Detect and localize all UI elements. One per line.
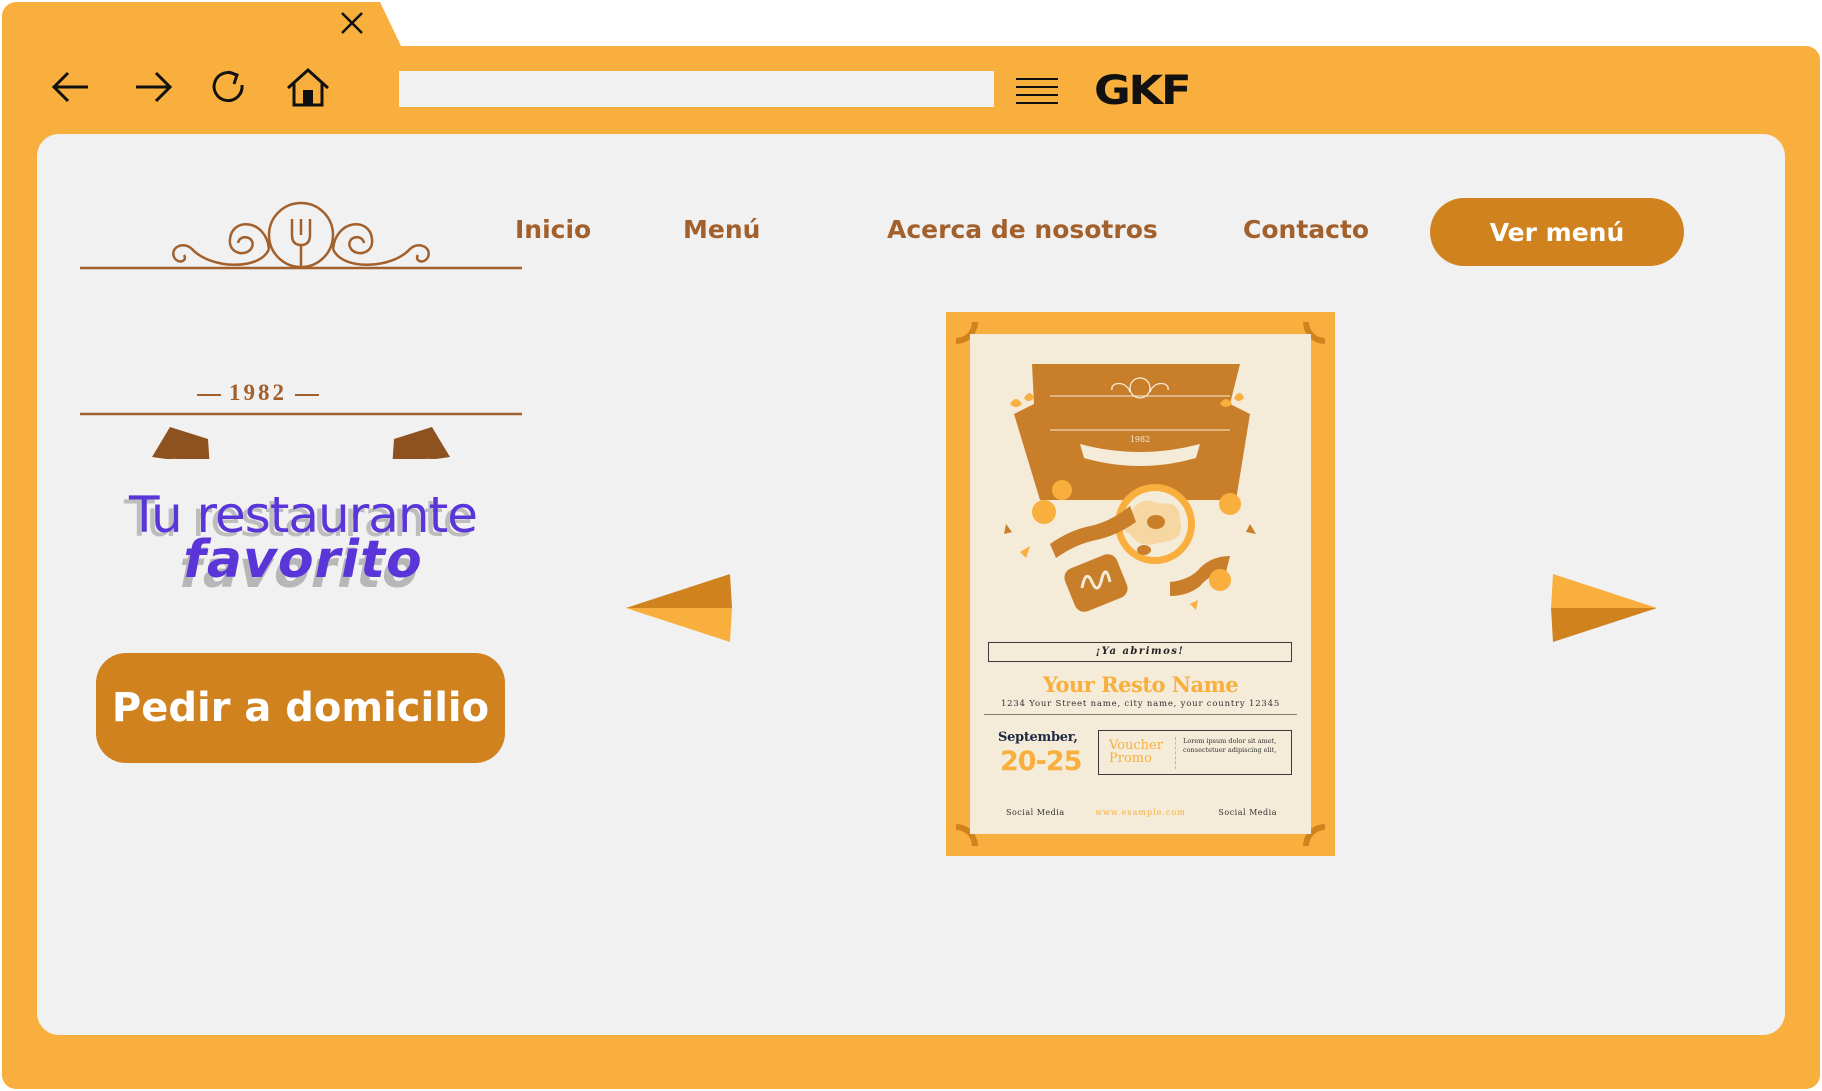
restaurant-poster[interactable]: 1982 ¡Ya abrimos! Your Resto Name 1234 Y… <box>946 312 1335 856</box>
restaurant-emblem-logo <box>80 201 522 459</box>
voucher-line2: Promo <box>1109 751 1152 766</box>
brand-logo: GKF <box>1094 68 1192 114</box>
poster-restaurant-name: Your Resto Name <box>1042 672 1239 697</box>
fork-icon <box>290 219 312 267</box>
close-icon[interactable] <box>337 8 367 38</box>
poster-address: 1234 Your Street name, city name, your c… <box>1000 699 1281 709</box>
nav-link-about[interactable]: Acerca de nosotros <box>887 210 1158 250</box>
poster-divider <box>984 714 1297 715</box>
breakfast-illustration: 1982 <box>1004 364 1256 612</box>
arrow-right-icon[interactable] <box>130 64 176 110</box>
voucher-text: Lorem ipsum dolor sit amet, consectetuer… <box>1183 737 1277 754</box>
hamburger-menu-icon[interactable] <box>1016 75 1058 107</box>
headline-line2: favorito <box>183 530 423 590</box>
poster-social-right: Social Media <box>1218 808 1277 817</box>
reload-icon[interactable] <box>206 64 252 110</box>
page-viewport: 1982 Tu restaurante Tu restaurante favor… <box>37 134 1785 1035</box>
nav-link-menu[interactable]: Menú <box>683 210 760 250</box>
arrow-prev-icon[interactable] <box>626 574 732 642</box>
poster-year: 1982 <box>1130 435 1150 444</box>
home-icon[interactable] <box>285 64 331 110</box>
arrow-left-icon[interactable] <box>48 64 94 110</box>
poster-content: 1982 ¡Ya abrimos! Your Resto Name 1234 Y… <box>970 334 1311 834</box>
view-menu-button[interactable]: Ver menú <box>1430 198 1684 266</box>
poster-dates: 20-25 <box>1000 746 1082 777</box>
arrow-next-icon[interactable] <box>1551 574 1657 642</box>
emblem-year: 1982 <box>37 380 479 406</box>
address-bar[interactable] <box>399 71 994 107</box>
nav-link-inicio[interactable]: Inicio <box>515 210 591 250</box>
poster-open-label: ¡Ya abrimos! <box>988 642 1292 662</box>
hero-headline: Tu restaurante Tu restaurante favorito f… <box>93 486 513 606</box>
order-delivery-button[interactable]: Pedir a domicilio <box>96 653 505 763</box>
poster-voucher: Voucher Promo Lorem ipsum dolor sit amet,… <box>1098 730 1292 775</box>
poster-month: September, <box>998 730 1078 745</box>
nav-link-contact[interactable]: Contacto <box>1243 210 1369 250</box>
